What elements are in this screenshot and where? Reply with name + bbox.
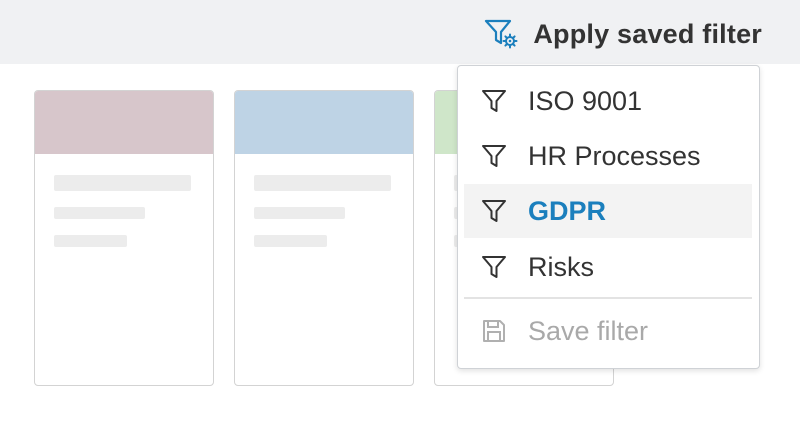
filter-icon	[480, 87, 508, 115]
top-toolbar: Apply saved filter	[0, 0, 800, 64]
saved-filter-label: Risks	[528, 251, 594, 282]
filter-icon	[480, 197, 508, 225]
saved-filter-risks[interactable]: Risks	[464, 240, 752, 294]
save-disk-icon	[480, 317, 508, 345]
skeleton-line	[254, 235, 327, 247]
skeleton-line	[54, 175, 191, 191]
menu-divider	[464, 297, 752, 299]
saved-filter-iso-9001[interactable]: ISO 9001	[464, 74, 752, 128]
apply-saved-filter-button[interactable]: Apply saved filter	[483, 14, 762, 54]
saved-filters-dropdown: ISO 9001 HR Processes GDPR Risks Save fi…	[457, 65, 760, 369]
saved-filter-label: GDPR	[528, 195, 607, 226]
saved-filter-label: ISO 9001	[528, 85, 643, 116]
apply-saved-filter-label: Apply saved filter	[533, 18, 762, 49]
card-placeholder	[234, 90, 414, 386]
skeleton-line	[54, 235, 127, 247]
skeleton-line	[254, 207, 345, 219]
saved-filter-hr-processes[interactable]: HR Processes	[464, 129, 752, 183]
card-placeholder	[34, 90, 214, 386]
save-filter-button[interactable]: Save filter	[464, 306, 752, 356]
filter-icon	[480, 253, 508, 281]
filter-gear-icon	[483, 16, 519, 52]
saved-filter-gdpr[interactable]: GDPR	[464, 184, 752, 238]
save-filter-label: Save filter	[528, 315, 649, 346]
card-header	[235, 91, 413, 154]
skeleton-line	[254, 175, 391, 191]
card-header	[35, 91, 213, 154]
skeleton-line	[54, 207, 145, 219]
saved-filter-label: HR Processes	[528, 140, 701, 171]
filter-icon	[480, 142, 508, 170]
